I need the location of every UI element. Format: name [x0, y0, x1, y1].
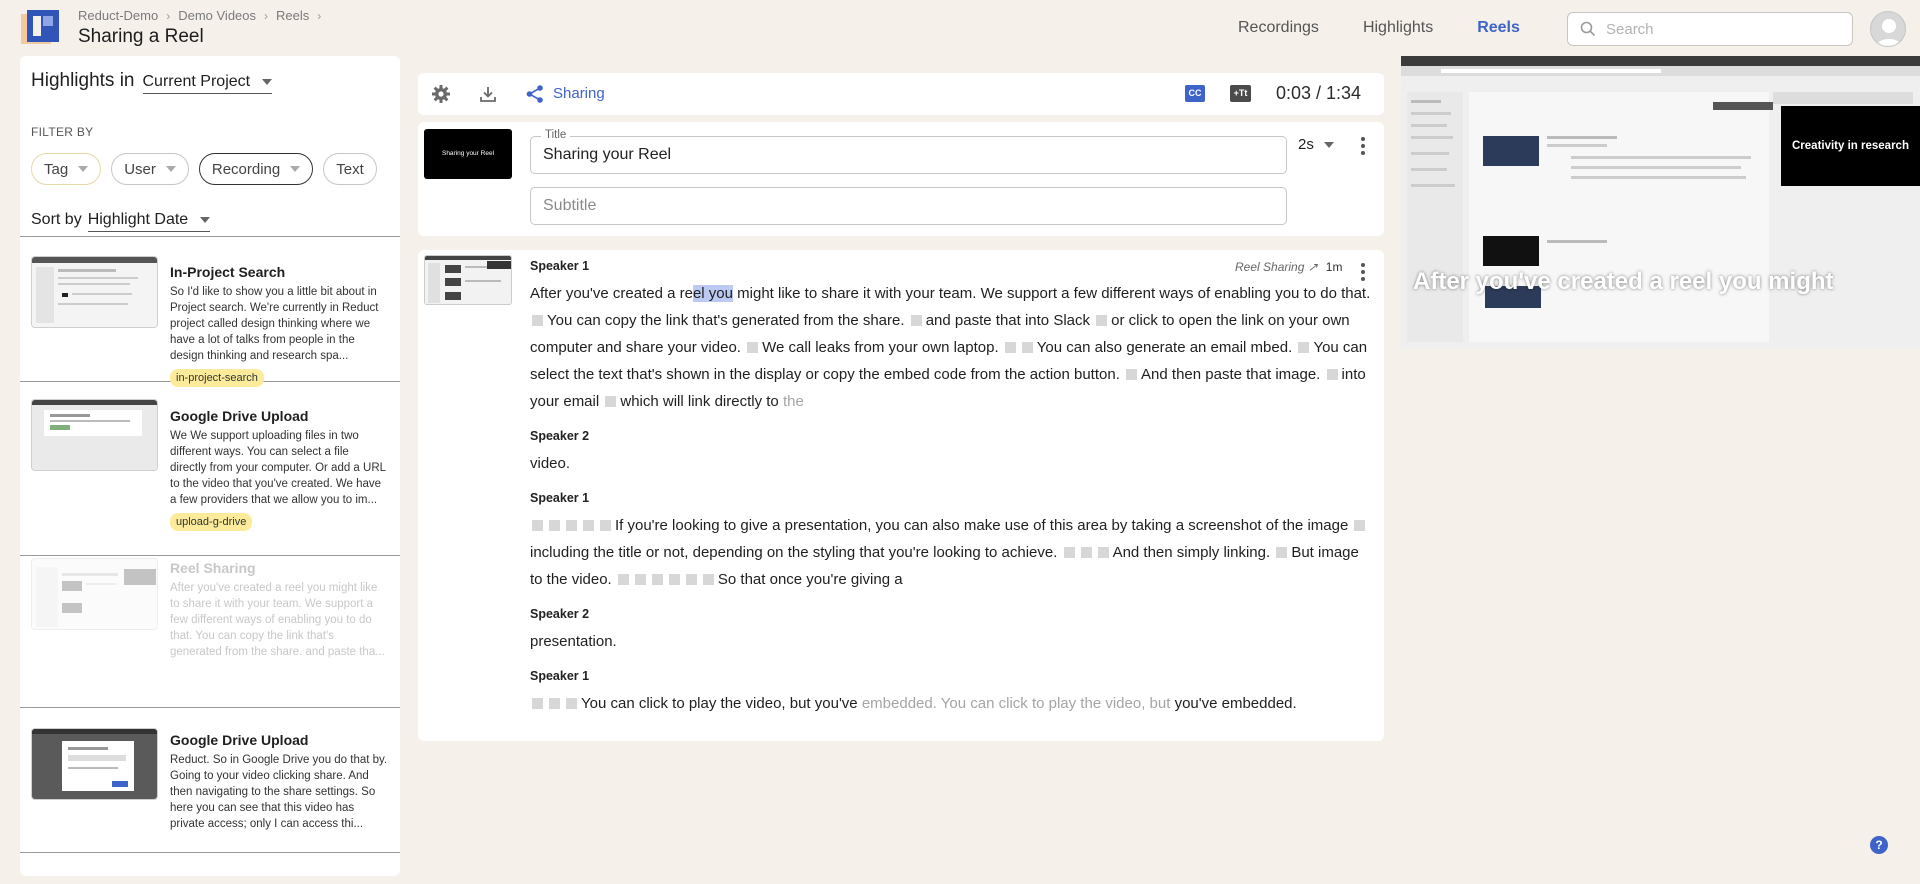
sort-select[interactable]: Highlight Date	[87, 211, 211, 232]
sort-value: Highlight Date	[87, 211, 189, 228]
highlight-item[interactable]: Google Drive Upload We We support upload…	[20, 382, 400, 556]
share-icon[interactable]	[525, 84, 545, 104]
sharing-tab[interactable]: Sharing	[553, 85, 605, 102]
highlight-excerpt: After you've created a reel you might li…	[170, 582, 385, 658]
breadcrumb-reels[interactable]: Reels	[276, 8, 309, 23]
scope-value: Current Project	[142, 73, 251, 90]
filter-by-label: FILTER BY	[31, 125, 94, 139]
title-card: Sharing your Reel Title 2s	[418, 122, 1384, 236]
search-icon	[1580, 21, 1596, 37]
breadcrumb-folder[interactable]: Demo Videos	[178, 8, 256, 23]
search-box	[1567, 12, 1853, 46]
title-card-more-icon[interactable]	[1361, 137, 1365, 155]
highlight-item[interactable]: Google Drive Upload Reduct. So in Google…	[20, 708, 400, 853]
transcript-card: Reel Sharing ↗ 1m Speaker 1 After you've…	[418, 250, 1384, 741]
filter-recording-label: Recording	[211, 160, 281, 178]
transcript-body: Speaker 1 After you've created a reel yo…	[530, 259, 1372, 731]
title-field: Title	[530, 129, 1287, 174]
chevron-down-icon	[165, 166, 176, 172]
filter-text[interactable]: Text	[323, 153, 377, 185]
filter-chips: Tag User Recording Text	[31, 153, 377, 185]
speaker-label: Speaker 1	[530, 491, 590, 505]
gear-icon[interactable]	[431, 84, 451, 104]
top-nav: Recordings Highlights Reels	[1238, 19, 1564, 37]
search-input[interactable]	[1606, 20, 1826, 38]
highlight-tag[interactable]: upload-g-drive	[170, 513, 253, 531]
filter-text-label: Text	[336, 160, 364, 178]
download-icon[interactable]	[478, 84, 498, 104]
chevron-down-icon	[262, 79, 273, 85]
duration-select[interactable]: 2s	[1298, 136, 1334, 153]
highlight-title: In-Project Search	[170, 264, 286, 280]
chevron-down-icon	[200, 217, 211, 223]
filter-user[interactable]: User	[111, 153, 189, 185]
breadcrumb: Reduct-Demo › Demo Videos › Reels ›	[78, 8, 322, 23]
transcript-paragraph[interactable]: presentation.	[530, 628, 1372, 655]
highlight-title: Reel Sharing	[170, 560, 256, 576]
highlight-item[interactable]: Reel Sharing After you've created a reel…	[20, 556, 400, 708]
transcript-paragraph[interactable]: video.	[530, 450, 1372, 477]
highlights-panel: Highlights in Current Project FILTER BY …	[20, 56, 400, 876]
closed-captions-button[interactable]: CC	[1185, 85, 1205, 102]
transcript-paragraph[interactable]: After you've created a reel you might li…	[530, 280, 1372, 415]
subtitle-input[interactable]	[531, 188, 1286, 224]
reduct-logo[interactable]	[21, 10, 59, 48]
title-input[interactable]	[531, 137, 1286, 173]
nav-recordings[interactable]: Recordings	[1238, 19, 1319, 37]
filter-recording[interactable]: Recording	[198, 153, 314, 185]
filter-user-label: User	[124, 160, 156, 178]
subtitle-field	[530, 187, 1287, 225]
breadcrumb-project[interactable]: Reduct-Demo	[78, 8, 158, 23]
duration-value: 2s	[1298, 136, 1314, 153]
title-card-thumbnail[interactable]: Sharing your Reel	[424, 129, 512, 179]
filter-tag[interactable]: Tag	[31, 153, 102, 185]
sort-label: Sort by	[31, 211, 82, 228]
speaker-label: Speaker 1	[530, 669, 590, 683]
title-text-button[interactable]: +Tt	[1230, 85, 1251, 102]
highlight-excerpt: Reduct. So in Google Drive you do that b…	[170, 754, 388, 830]
reel-toolbar: Sharing CC +Tt 0:03 / 1:34	[418, 73, 1384, 115]
playhead-highlight: el you	[692, 285, 733, 302]
highlights-title: Highlights in	[31, 70, 135, 91]
transcript-paragraph[interactable]: If you're looking to give a presentation…	[530, 512, 1372, 593]
chevron-down-icon	[1323, 141, 1334, 148]
video-preview[interactable]: Creativity in research After you've crea…	[1401, 56, 1920, 349]
speaker-label: Speaker 2	[530, 607, 590, 621]
highlight-thumbnail	[31, 256, 158, 328]
speaker-label: Speaker 1	[530, 259, 590, 273]
playback-time: 0:03 / 1:34	[1276, 83, 1362, 103]
speaker-label: Speaker 2	[530, 429, 590, 443]
highlight-excerpt: So I'd like to show you a little bit abo…	[170, 286, 379, 362]
clip-thumbnail[interactable]	[424, 255, 512, 305]
highlight-title: Google Drive Upload	[170, 732, 309, 748]
sort-control: Sort by Highlight Date	[31, 211, 211, 232]
page-title: Sharing a Reel	[78, 26, 204, 47]
help-icon[interactable]: ?	[1870, 836, 1888, 854]
scope-select[interactable]: Current Project	[142, 73, 273, 94]
pip-title-card: Creativity in research	[1781, 106, 1920, 186]
nav-highlights[interactable]: Highlights	[1363, 19, 1433, 37]
user-avatar[interactable]	[1870, 11, 1906, 47]
highlight-thumbnail	[31, 399, 158, 471]
chevron-down-icon	[290, 166, 301, 172]
nav-reels[interactable]: Reels	[1477, 19, 1520, 37]
highlight-item[interactable]: In-Project Search So I'd like to show yo…	[20, 237, 400, 387]
transcript-paragraph[interactable]: You can click to play the video, but you…	[530, 690, 1372, 717]
title-field-label: Title	[541, 129, 571, 141]
filter-tag-label: Tag	[44, 160, 69, 178]
video-caption: After you've created a reel you might	[1413, 268, 1834, 295]
highlight-thumbnail	[31, 728, 158, 800]
highlight-title: Google Drive Upload	[170, 408, 309, 424]
chevron-down-icon	[78, 166, 89, 172]
highlight-excerpt: We We support uploading files in two dif…	[170, 430, 386, 506]
highlight-thumbnail	[31, 558, 158, 630]
